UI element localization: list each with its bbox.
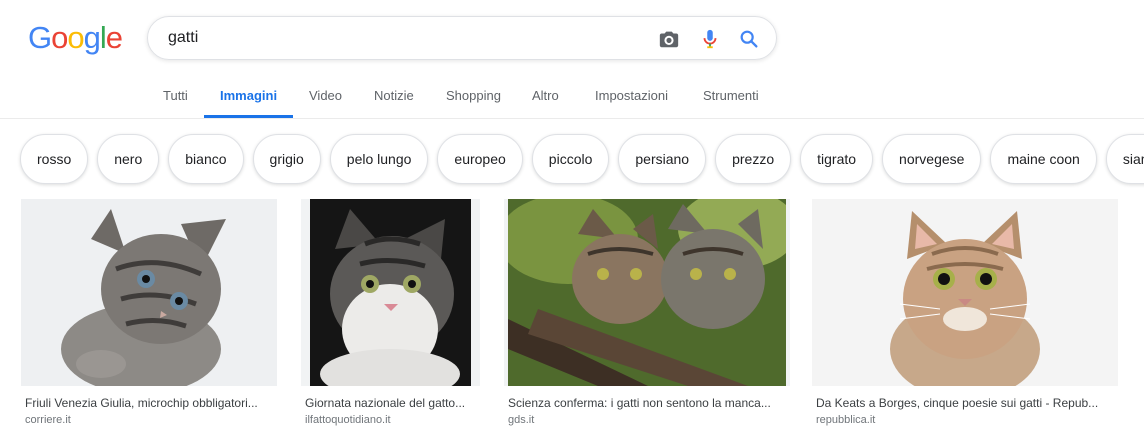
search-box: [147, 16, 777, 60]
result-thumbnail[interactable]: [504, 199, 790, 386]
tab-shopping[interactable]: Shopping: [446, 88, 501, 103]
result-thumbnail[interactable]: [812, 199, 1118, 386]
search-input[interactable]: [168, 27, 638, 49]
tab-tutti[interactable]: Tutti: [163, 88, 188, 103]
chip-tigrato[interactable]: tigrato: [800, 134, 874, 184]
tab-altro[interactable]: Altro: [532, 88, 559, 103]
result-thumbnail[interactable]: [21, 199, 277, 386]
chip-bianco[interactable]: bianco: [168, 134, 244, 184]
related-searches-chips: rosso nero bianco grigio pelo lungo europeo pi…: [20, 134, 1144, 184]
result-source[interactable]: corriere.it: [25, 414, 71, 426]
result-thumbnail[interactable]: [301, 199, 480, 386]
chip-persiano[interactable]: persiano: [618, 134, 707, 184]
chip-maine-coon[interactable]: maine coon: [990, 134, 1097, 184]
search-tabs: Tutti Immagini Video Notizie Shopping Al…: [0, 70, 1144, 118]
header-divider: [0, 118, 1144, 119]
chip-rosso[interactable]: rosso: [20, 134, 89, 184]
tab-video[interactable]: Video: [309, 88, 342, 103]
logo-letter: o: [51, 20, 68, 55]
chip-norvegese[interactable]: norvegese: [882, 134, 982, 184]
google-logo[interactable]: Google: [28, 20, 123, 55]
result-source[interactable]: gds.it: [508, 414, 534, 426]
camera-icon[interactable]: [658, 28, 680, 50]
result-title[interactable]: Giornata nazionale del gatto...: [305, 396, 477, 410]
result-source[interactable]: repubblica.it: [816, 414, 875, 426]
result-source[interactable]: ilfattoquotidiano.it: [305, 414, 391, 426]
kitten-image: [21, 199, 277, 386]
tab-strumenti[interactable]: Strumenti: [703, 88, 759, 103]
search-icon[interactable]: [738, 28, 760, 50]
chip-piccolo[interactable]: piccolo: [531, 134, 610, 184]
logo-letter: G: [28, 20, 52, 55]
chip-prezzo[interactable]: prezzo: [715, 134, 792, 184]
tab-immagini[interactable]: Immagini: [220, 88, 277, 103]
kitten-image: [310, 199, 471, 386]
result-title[interactable]: Da Keats a Borges, cinque poesie sui gat…: [816, 396, 1114, 410]
logo-letter: o: [67, 20, 84, 55]
result-title[interactable]: Friuli Venezia Giulia, microchip obbliga…: [25, 396, 273, 410]
tab-impostazioni[interactable]: Impostazioni: [595, 88, 668, 103]
chip-siamese[interactable]: siamese: [1105, 134, 1144, 184]
chip-europeo[interactable]: europeo: [437, 134, 523, 184]
microphone-icon[interactable]: [699, 28, 721, 50]
result-title[interactable]: Scienza conferma: i gatti non sentono la…: [508, 396, 786, 410]
chip-nero[interactable]: nero: [97, 134, 160, 184]
logo-letter: e: [105, 20, 123, 55]
tab-notizie[interactable]: Notizie: [374, 88, 414, 103]
chip-pelo-lungo[interactable]: pelo lungo: [329, 134, 429, 184]
cat-portrait-image: [812, 199, 1118, 386]
logo-letter: g: [83, 20, 101, 55]
cats-on-tree-image: [508, 199, 786, 386]
chip-grigio[interactable]: grigio: [252, 134, 321, 184]
